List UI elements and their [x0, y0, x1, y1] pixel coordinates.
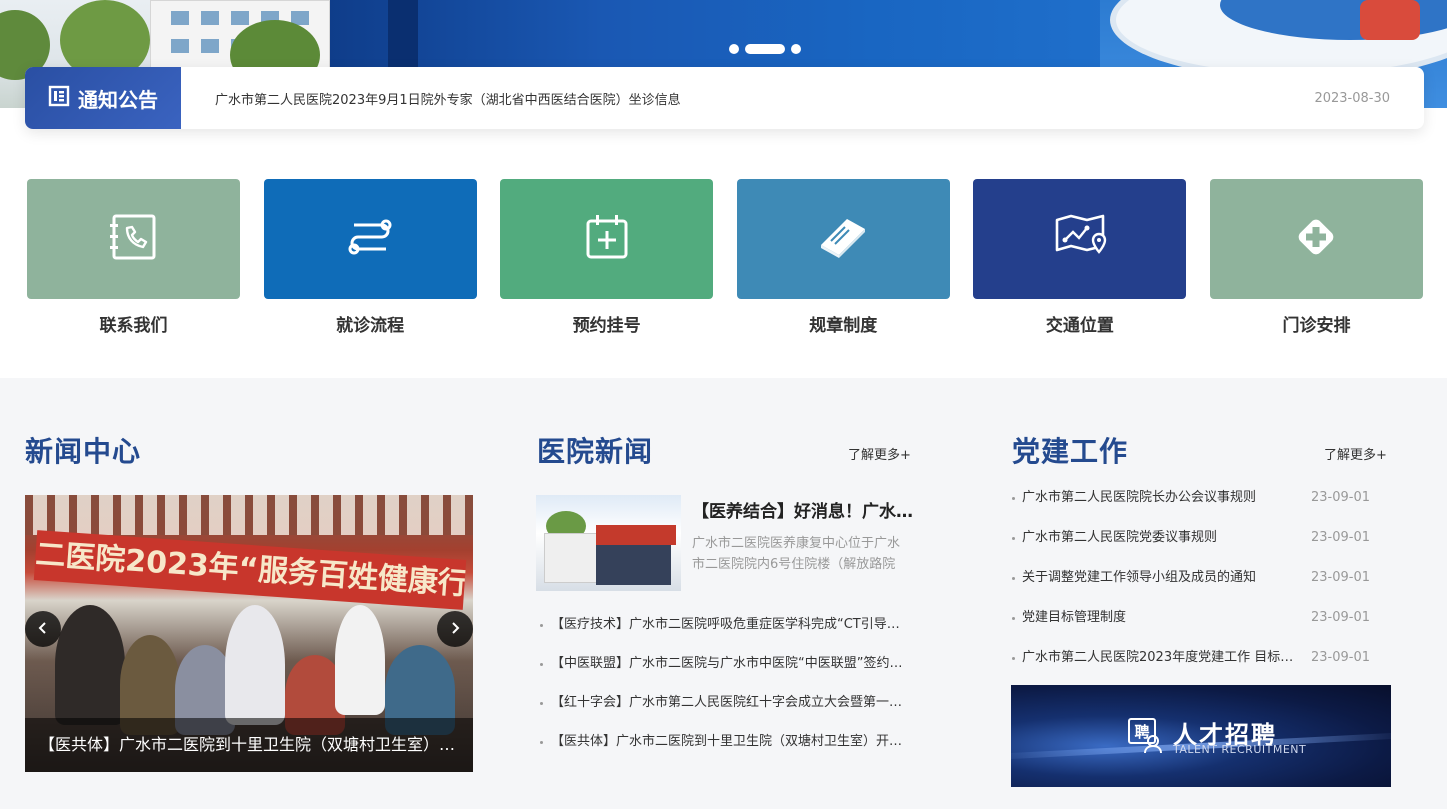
quick-link-label: 规章制度	[809, 316, 878, 336]
list-item-title: 广水市第二人民医院党委议事规则	[1022, 530, 1218, 545]
quick-link-regulations[interactable]: 规章制度	[736, 179, 950, 336]
featured-news-title: 【医养结合】好消息！广水市二医院医养康复中心正式运营	[692, 502, 916, 522]
list-item[interactable]: 【医共体】广水市二医院到十里卫生院（双塘村卫生室）开展义诊活动	[540, 731, 912, 770]
carousel-dot-2[interactable]	[745, 44, 785, 54]
quick-link-tile	[973, 179, 1187, 299]
carousel-dot-3[interactable]	[791, 44, 801, 54]
list-item-title: 广水市第二人民医院2023年度党建工作 目标责任书	[1022, 650, 1306, 665]
quick-link-label: 预约挂号	[572, 316, 641, 336]
quick-link-label: 门诊安排	[1282, 316, 1351, 336]
hospital-news-title: 医院新闻	[537, 435, 654, 468]
notice-board-icon	[48, 85, 70, 112]
slide-banner-sign: 二医院2023年“服务百姓健康行动”大型义诊活动	[33, 530, 467, 610]
content-section: 新闻中心 二医院2023年“服务百姓健康行动”大型义诊活动 【医共体】广水市二医…	[0, 378, 1447, 809]
book-icon	[817, 215, 869, 263]
list-item-date: 23-09-01	[1310, 650, 1370, 665]
list-item-title: 关于调整党建工作领导小组及成员的通知	[1022, 570, 1257, 585]
list-item[interactable]: 关于调整党建工作领导小组及成员的通知 23-09-01	[1012, 568, 1390, 608]
quick-link-contact[interactable]: 联系我们	[27, 179, 240, 336]
quick-link-tile	[500, 179, 714, 299]
slider-next-button[interactable]	[437, 611, 473, 647]
quick-link-label: 联系我们	[99, 316, 168, 336]
svg-text:聘: 聘	[1134, 723, 1149, 741]
hospital-news-more-link[interactable]: 了解更多+	[848, 444, 911, 463]
list-item[interactable]: 广水市第二人民医院党委议事规则 23-09-01	[1012, 528, 1390, 568]
list-item-title: 党建目标管理制度	[1022, 610, 1127, 625]
list-item[interactable]: 【红十字会】广水市第二人民医院红十字会成立大会暨第一次会员代表大会	[540, 692, 912, 731]
list-item[interactable]: 广水市第二人民医院院长办公会议事规则 23-09-01	[1012, 488, 1390, 528]
news-center-title: 新闻中心	[25, 435, 142, 468]
recruit-subtitle: TALENT RECRUITMENT	[1173, 743, 1307, 756]
quick-link-tile	[27, 179, 240, 299]
featured-news[interactable]: 【医养结合】好消息！广水市二医院医养康复中心正式运营 广水市二医院医养康复中心位…	[536, 495, 916, 591]
quick-link-process[interactable]: 就诊流程	[263, 179, 477, 336]
quick-link-appointment[interactable]: 预约挂号	[500, 179, 714, 336]
news-slider[interactable]: 二医院2023年“服务百姓健康行动”大型义诊活动 【医共体】广水市二医院到十里卫…	[25, 495, 473, 772]
quick-link-tile	[736, 179, 950, 299]
chevron-right-icon	[448, 620, 462, 639]
notice-date: 2023-08-30	[1314, 90, 1390, 106]
featured-news-image	[536, 495, 681, 591]
notice-bar: 通知公告 广水市第二人民医院2023年9月1日院外专家（湖北省中西医结合医院）坐…	[25, 67, 1424, 129]
quick-link-label: 就诊流程	[336, 316, 405, 336]
party-work-more-link[interactable]: 了解更多+	[1324, 444, 1387, 463]
chevron-left-icon	[36, 620, 50, 639]
calendar-plus-icon	[584, 213, 630, 265]
list-item[interactable]: 广水市第二人民医院2023年度党建工作 目标责任书 23-09-01	[1012, 648, 1390, 688]
list-item[interactable]: 【医疗技术】广水市二医院呼吸危重症医学科完成“CT引导下经皮肺穿刺活检术”	[540, 614, 912, 653]
slider-prev-button[interactable]	[25, 611, 61, 647]
hospital-news-list: 【医疗技术】广水市二医院呼吸危重症医学科完成“CT引导下经皮肺穿刺活检术” 【中…	[540, 614, 912, 770]
list-item[interactable]: 党建目标管理制度 23-09-01	[1012, 608, 1390, 648]
route-icon	[344, 215, 396, 263]
recruitment-banner[interactable]: 聘 人才招聘 TALENT RECRUITMENT	[1011, 685, 1391, 787]
quick-link-traffic[interactable]: 交通位置	[973, 179, 1187, 336]
recruit-badge-icon: 聘	[1127, 717, 1163, 759]
contact-book-icon	[108, 212, 160, 266]
list-item-title: 广水市第二人民医院院长办公会议事规则	[1022, 490, 1257, 505]
list-item-date: 23-09-01	[1310, 490, 1370, 505]
party-work-list: 广水市第二人民医院院长办公会议事规则 23-09-01 广水市第二人民医院党委议事…	[1012, 488, 1390, 688]
carousel-dot-1[interactable]	[729, 44, 739, 54]
notice-label-text: 通知公告	[78, 87, 158, 112]
notice-link[interactable]: 广水市第二人民医院2023年9月1日院外专家（湖北省中西医结合医院）坐诊信息	[215, 89, 1314, 108]
map-icon	[1053, 212, 1107, 266]
list-item-date: 23-09-01	[1310, 610, 1370, 625]
featured-news-desc: 广水市二医院医养康复中心位于广水市二医院院内6号住院楼（解放路院区）	[692, 536, 901, 572]
quick-link-schedule[interactable]: 门诊安排	[1209, 179, 1423, 336]
slide-caption[interactable]: 【医共体】广水市二医院到十里卫生院（双塘村卫生室）开展“服务百姓健康行动”大型义…	[25, 718, 473, 772]
quick-link-label: 交通位置	[1045, 316, 1114, 336]
carousel-dots	[729, 43, 801, 55]
quick-link-tile	[263, 179, 477, 299]
medical-cross-icon	[1293, 214, 1339, 264]
list-item[interactable]: 【中医联盟】广水市二医院与广水市中医院“中医联盟”签约揭牌	[540, 653, 912, 692]
quick-link-tile	[1209, 179, 1423, 299]
quick-links: 联系我们 就诊流程 预约挂号 规章制度 交通位置 门诊安排	[27, 179, 1423, 336]
party-work-title: 党建工作	[1012, 435, 1129, 468]
notice-label[interactable]: 通知公告	[25, 67, 181, 129]
list-item-date: 23-09-01	[1310, 530, 1370, 545]
list-item-date: 23-09-01	[1310, 570, 1370, 585]
